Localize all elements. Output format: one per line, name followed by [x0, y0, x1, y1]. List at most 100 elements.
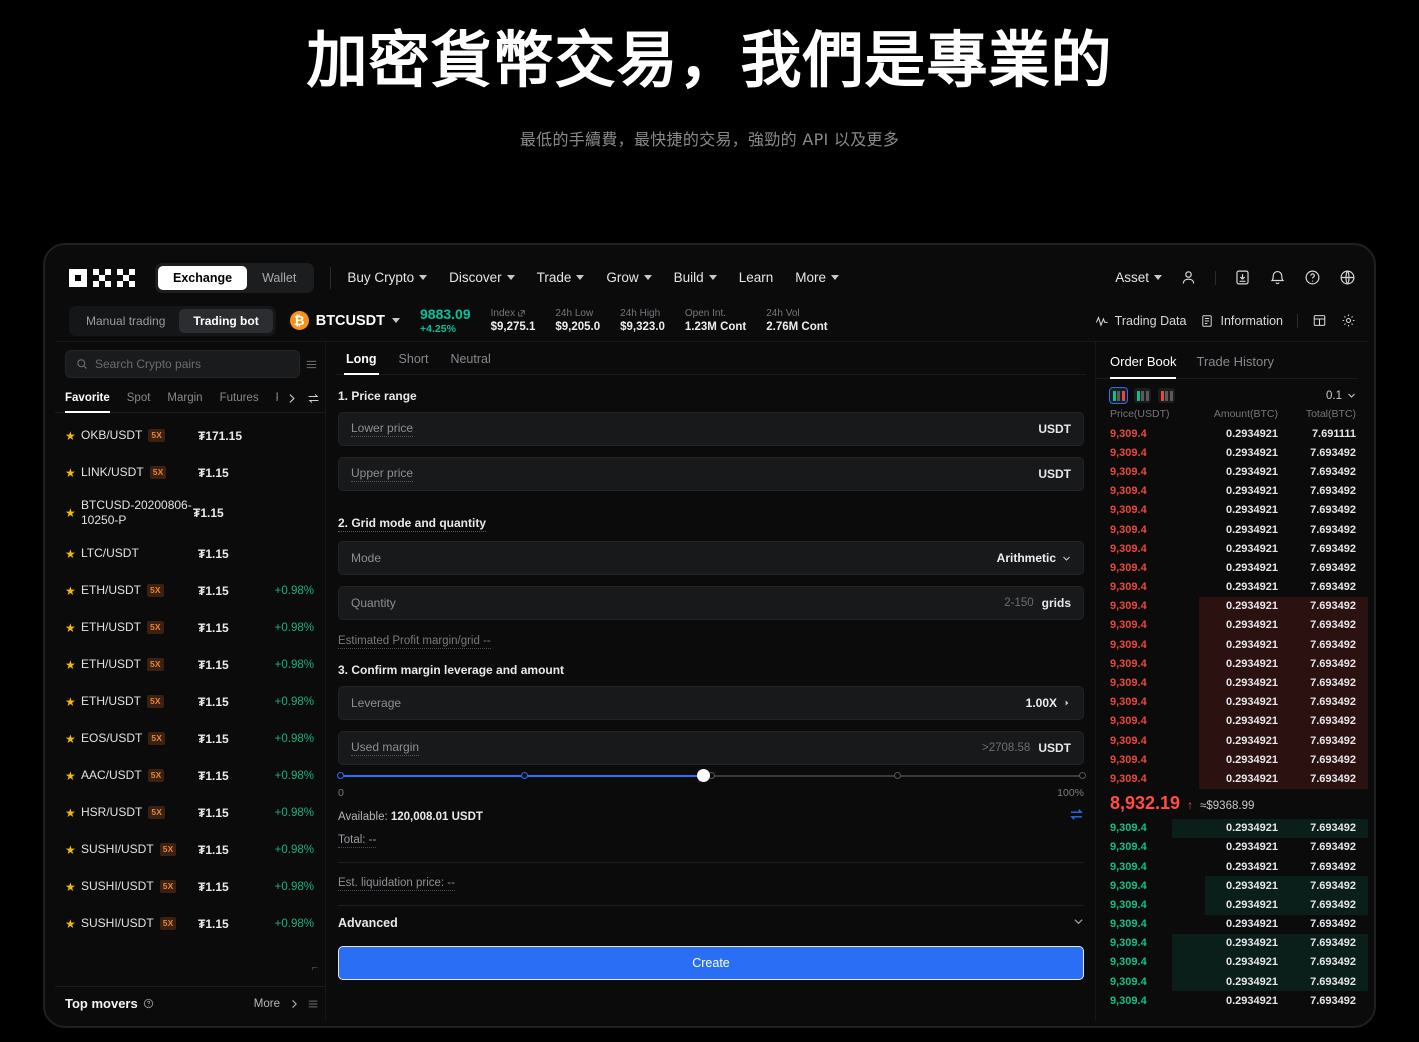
list-item[interactable]: ★ SUSHI/USDT 5X ₮1.15 +0.98% [55, 905, 326, 942]
ask-row[interactable]: 9,309.4 0.2934921 7.693492 [1096, 520, 1368, 539]
star-icon[interactable]: ★ [65, 806, 81, 820]
ask-row[interactable]: 9,309.4 0.2934921 7.693492 [1096, 578, 1368, 597]
segment-exchange[interactable]: Exchange [158, 265, 248, 290]
trading-data-button[interactable]: Trading Data [1095, 314, 1186, 328]
list-item[interactable]: ★ LINK/USDT 5X ₮1.15 [55, 454, 326, 491]
globe-icon[interactable] [1339, 269, 1356, 286]
mode-trading-bot[interactable]: Trading bot [179, 308, 273, 333]
swap-markets-icon[interactable] [307, 392, 320, 405]
search-input[interactable] [95, 357, 289, 371]
list-item[interactable]: ★ SUSHI/USDT 5X ₮1.15 +0.98% [55, 868, 326, 905]
list-menu-icon[interactable] [308, 999, 318, 1009]
lower-price-field[interactable]: Lower price USDT [338, 412, 1084, 446]
ask-row[interactable]: 9,309.4 0.2934921 7.693492 [1096, 769, 1368, 789]
advanced-section-toggle[interactable]: Advanced [338, 906, 1084, 940]
list-item[interactable]: ★ SUSHI/USDT 5X ₮1.15 +0.98% [55, 831, 326, 868]
segment-wallet[interactable]: Wallet [247, 266, 311, 290]
list-item[interactable]: ★ EOS/USDT 5X ₮1.15 +0.98% [55, 720, 326, 757]
ask-row[interactable]: 9,309.4 0.2934921 7.693492 [1096, 673, 1368, 693]
chevron-right-icon[interactable] [286, 393, 297, 404]
mode-manual-trading[interactable]: Manual trading [72, 309, 179, 333]
list-item[interactable]: ★ BTCUSD-20200806-10250-P ₮1.15 [55, 491, 326, 535]
tab-order-book[interactable]: Order Book [1110, 354, 1177, 379]
star-icon[interactable]: ★ [65, 621, 81, 635]
quantity-field[interactable]: Quantity 2-150 grids [338, 586, 1084, 620]
leverage-field[interactable]: Leverage 1.00X [338, 686, 1084, 720]
list-item[interactable]: ★ OKB/USDT 5X ₮171.15 [55, 417, 326, 454]
tab-perpetual-clipped[interactable]: P [276, 384, 278, 413]
slider-node-25[interactable] [521, 772, 528, 779]
information-button[interactable]: Information [1200, 314, 1283, 328]
nav-item-build[interactable]: Build [674, 270, 717, 285]
list-item[interactable]: ★ ETH/USDT 5X ₮1.15 +0.98% [55, 609, 326, 646]
sidebar-menu-icon[interactable] [300, 359, 322, 370]
star-icon[interactable]: ★ [65, 429, 81, 443]
search-box[interactable] [65, 350, 300, 378]
more-link[interactable]: More [254, 998, 280, 1010]
ask-row[interactable]: 9,309.4 0.2934921 7.693492 [1096, 482, 1368, 501]
list-item[interactable]: ★ ETH/USDT 5X ₮1.15 +0.98% [55, 646, 326, 683]
pair-list[interactable]: ★ OKB/USDT 5X ₮171.15 ★ LINK/USDT 5X ₮1.… [55, 413, 326, 978]
slider-node-0[interactable] [336, 772, 344, 779]
bids-list[interactable]: 9,309.4 0.2934921 7.693492 9,309.4 0.2934921… [1096, 818, 1368, 1011]
asset-menu[interactable]: Asset [1115, 270, 1162, 285]
gear-icon[interactable] [1341, 313, 1356, 328]
ask-row[interactable]: 9,309.4 0.2934921 7.693492 [1096, 443, 1368, 462]
slider-node-75[interactable] [894, 772, 901, 779]
margin-slider[interactable] [336, 769, 1086, 785]
slider-thumb[interactable] [697, 769, 711, 782]
trading-mode-toggle[interactable]: Manual trading Trading bot [69, 305, 276, 336]
bid-row[interactable]: 9,309.4 0.2934921 7.693492 [1096, 915, 1368, 934]
ask-row[interactable]: 9,309.4 0.2934921 7.693492 [1096, 501, 1368, 520]
star-icon[interactable]: ★ [65, 880, 81, 894]
asks-list[interactable]: 9,309.4 0.2934921 7.691111 9,309.4 0.2934921… [1096, 424, 1368, 789]
layout-icon[interactable] [1312, 313, 1327, 328]
create-button[interactable]: Create [338, 946, 1084, 980]
download-icon[interactable] [1234, 269, 1251, 286]
resize-handle[interactable]: ⌐ [312, 962, 318, 974]
nav-item-grow[interactable]: Grow [606, 270, 652, 285]
star-icon[interactable]: ★ [65, 466, 81, 480]
okx-logo[interactable] [69, 268, 137, 287]
list-item[interactable]: ★ LTC/USDT ₮1.15 [55, 535, 326, 572]
star-icon[interactable]: ★ [65, 769, 81, 783]
upper-price-field[interactable]: Upper price USDT [338, 457, 1084, 491]
tab-long[interactable]: Long [344, 352, 379, 375]
bid-row[interactable]: 9,309.4 0.2934921 7.693492 [1096, 895, 1368, 915]
ask-row[interactable]: 9,309.4 0.2934921 7.693492 [1096, 615, 1368, 636]
list-item[interactable]: ★ HSR/USDT 5X ₮1.15 +0.98% [55, 794, 326, 831]
star-icon[interactable]: ★ [65, 732, 81, 746]
tab-margin[interactable]: Margin [167, 384, 202, 413]
nav-item-discover[interactable]: Discover [449, 270, 515, 285]
bid-row[interactable]: 9,309.4 0.2934921 7.693492 [1096, 857, 1368, 876]
list-item[interactable]: ★ ETH/USDT 5X ₮1.15 +0.98% [55, 683, 326, 720]
view-bids-only-button[interactable] [1134, 388, 1151, 403]
star-icon[interactable]: ★ [65, 584, 81, 598]
bid-row[interactable]: 9,309.4 0.2934921 7.693492 [1096, 952, 1368, 973]
ask-row[interactable]: 9,309.4 0.2934921 7.691111 [1096, 424, 1368, 443]
nav-item-trade[interactable]: Trade [537, 270, 585, 285]
star-icon[interactable]: ★ [65, 695, 81, 709]
profile-icon[interactable] [1180, 269, 1197, 286]
ask-row[interactable]: 9,309.4 0.2934921 7.693492 [1096, 635, 1368, 655]
help-icon[interactable] [1304, 269, 1321, 286]
star-icon[interactable]: ★ [65, 658, 81, 672]
ask-row[interactable]: 9,309.4 0.2934921 7.693492 [1096, 462, 1368, 481]
exchange-wallet-toggle[interactable]: Exchange Wallet [155, 262, 315, 293]
tab-neutral[interactable]: Neutral [450, 352, 490, 374]
bid-row[interactable]: 9,309.4 0.2934921 7.693492 [1096, 838, 1368, 857]
bell-icon[interactable] [1269, 269, 1286, 286]
ask-row[interactable]: 9,309.4 0.2934921 7.693492 [1096, 596, 1368, 616]
nav-item-learn[interactable]: Learn [739, 270, 774, 285]
transfer-icon[interactable] [1069, 808, 1084, 826]
bid-row[interactable]: 9,309.4 0.2934921 7.693492 [1096, 933, 1368, 953]
star-icon[interactable]: ★ [65, 506, 81, 520]
slider-node-100[interactable] [1078, 772, 1086, 779]
ask-row[interactable]: 9,309.4 0.2934921 7.693492 [1096, 711, 1368, 731]
chevron-right-icon[interactable] [289, 999, 299, 1009]
star-icon[interactable]: ★ [65, 917, 81, 931]
ask-row[interactable]: 9,309.4 0.2934921 7.693492 [1096, 539, 1368, 558]
bid-row[interactable]: 9,309.4 0.2934921 7.693492 [1096, 991, 1368, 1010]
used-margin-field[interactable]: Used margin >2708.58 USDT [338, 731, 1084, 765]
tab-short[interactable]: Short [399, 352, 429, 374]
